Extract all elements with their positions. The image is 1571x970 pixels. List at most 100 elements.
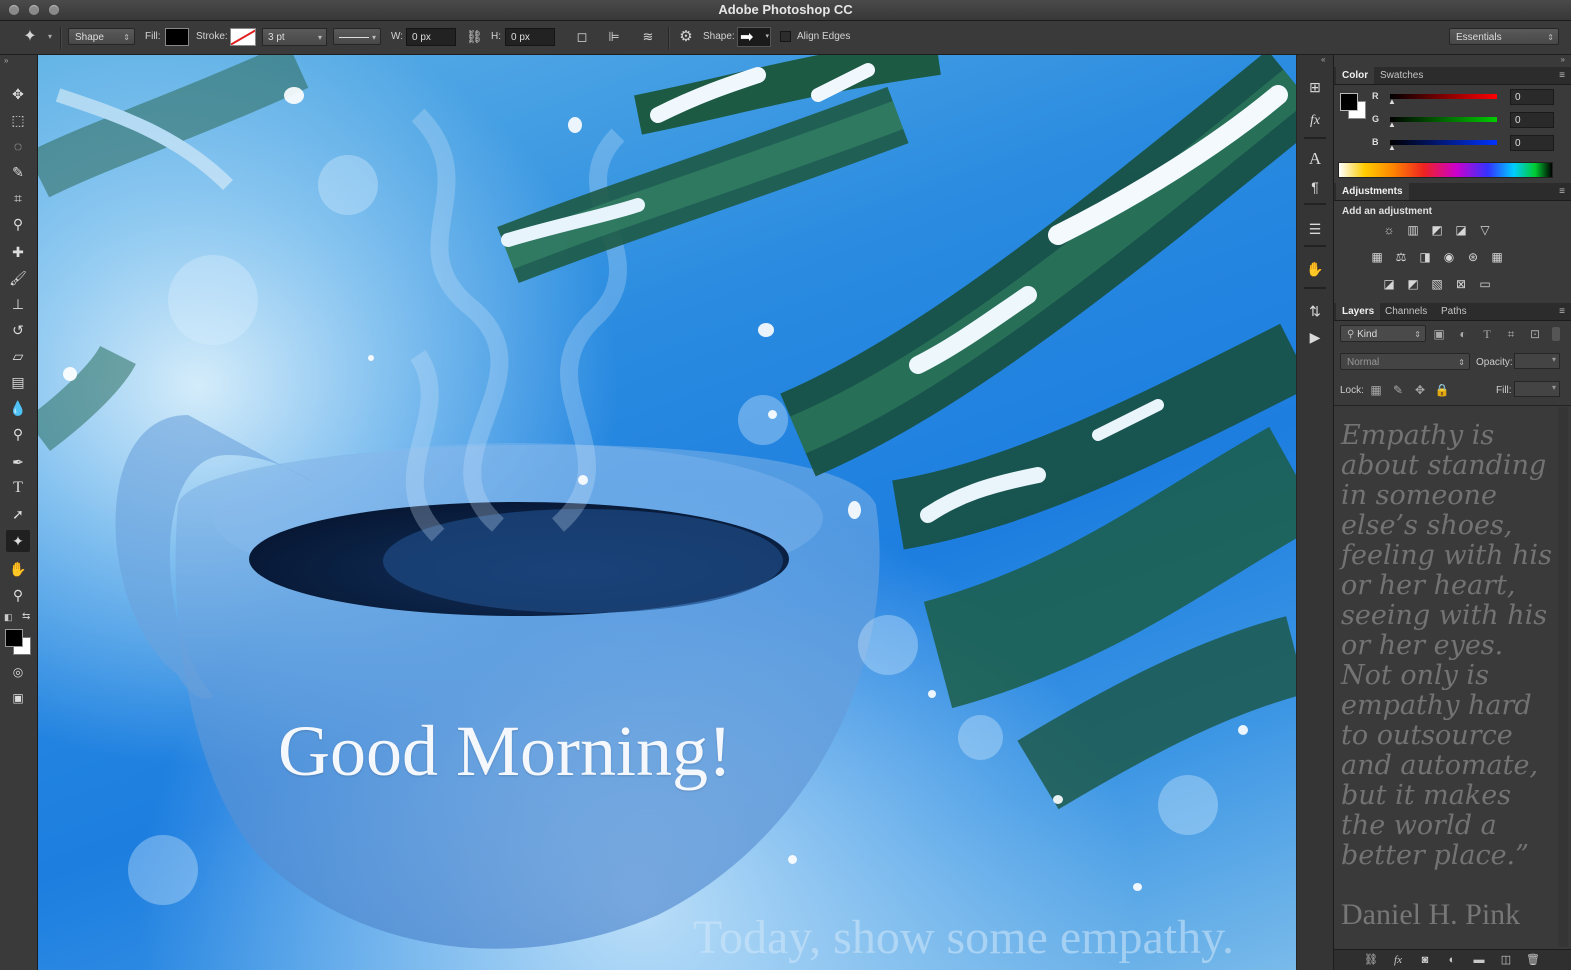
- type-tool-icon[interactable]: T: [6, 477, 30, 499]
- move-tool-icon[interactable]: ✥: [6, 83, 30, 105]
- green-value[interactable]: 0: [1510, 112, 1554, 128]
- channel-mixer-icon[interactable]: ⊛: [1465, 250, 1481, 264]
- tool-preset-chevron-icon[interactable]: ▾: [42, 29, 58, 45]
- threshold-icon[interactable]: ▧: [1429, 277, 1445, 291]
- marquee-tool-icon[interactable]: ⬚: [6, 109, 30, 131]
- zoom-tool-icon[interactable]: ⚲: [6, 584, 30, 606]
- layer-comps-icon[interactable]: ⇅: [1305, 301, 1325, 321]
- brightness-contrast-icon[interactable]: ☼: [1381, 223, 1397, 237]
- slider-thumb-icon[interactable]: ▲: [1388, 120, 1396, 129]
- lock-image-pixels-icon[interactable]: ✎: [1390, 383, 1406, 397]
- blue-value[interactable]: 0: [1510, 135, 1554, 151]
- pixel-layer-filter-icon[interactable]: ▣: [1431, 327, 1447, 341]
- photo-filter-icon[interactable]: ◉: [1441, 250, 1457, 264]
- lock-transparency-icon[interactable]: ▦: [1368, 383, 1384, 397]
- curves-icon[interactable]: ◩: [1429, 223, 1445, 237]
- foreground-color-swatch[interactable]: [5, 629, 23, 647]
- hand-tool-icon[interactable]: ✋: [6, 558, 30, 580]
- gradient-tool-icon[interactable]: ▤: [6, 371, 30, 393]
- workspace-select[interactable]: Essentials ⇕: [1449, 28, 1559, 45]
- swap-colors-icon[interactable]: ⇆: [22, 611, 30, 622]
- slider-thumb-icon[interactable]: ▲: [1388, 97, 1396, 106]
- paragraph-panel-icon[interactable]: ¶: [1305, 177, 1325, 197]
- collapse-arrows-icon[interactable]: «: [1321, 55, 1325, 64]
- hue-saturation-icon[interactable]: ▦: [1369, 250, 1385, 264]
- eyedropper-tool-icon[interactable]: ⚲: [6, 213, 30, 235]
- link-layers-icon[interactable]: ⛓: [1364, 953, 1378, 967]
- layer-filter-select[interactable]: ⚲ Kind ⇕: [1340, 325, 1426, 342]
- lasso-tool-icon[interactable]: ◌: [6, 135, 30, 157]
- vibrance-icon[interactable]: ▽: [1477, 223, 1493, 237]
- fill-input[interactable]: ▾: [1514, 381, 1560, 397]
- stroke-width-select[interactable]: 3 pt ▾: [262, 28, 327, 46]
- history-brush-tool-icon[interactable]: ↺: [6, 319, 30, 341]
- levels-icon[interactable]: ▥: [1405, 223, 1421, 237]
- panel-menu-icon[interactable]: ≡: [1559, 186, 1565, 197]
- smart-object-filter-icon[interactable]: ⊡: [1527, 327, 1543, 341]
- panel-menu-icon[interactable]: ≡: [1559, 70, 1565, 81]
- blend-mode-select[interactable]: Normal ⇕: [1340, 353, 1470, 370]
- lock-all-icon[interactable]: 🔒: [1434, 383, 1450, 397]
- align-edges-checkbox[interactable]: [780, 31, 791, 42]
- dodge-tool-icon[interactable]: ⚲: [6, 423, 30, 445]
- trash-icon[interactable]: 🗑: [1526, 953, 1540, 967]
- stroke-swatch[interactable]: [230, 28, 256, 46]
- fill-swatch[interactable]: [165, 28, 189, 46]
- height-input[interactable]: 0 px: [505, 28, 555, 46]
- layer-mask-icon[interactable]: ◙: [1418, 953, 1432, 967]
- styles-panel-icon[interactable]: fx: [1305, 111, 1325, 131]
- blur-tool-icon[interactable]: 💧: [6, 397, 30, 419]
- clone-stamp-tool-icon[interactable]: ⊥: [6, 293, 30, 315]
- color-balance-icon[interactable]: ⚖: [1393, 250, 1409, 264]
- selective-color-icon[interactable]: ⊠: [1453, 277, 1469, 291]
- width-input[interactable]: 0 px: [406, 28, 456, 46]
- layer-style-icon[interactable]: fx: [1391, 953, 1405, 967]
- type-layer-filter-icon[interactable]: T: [1479, 327, 1495, 341]
- stroke-type-select[interactable]: ▾: [333, 28, 381, 45]
- document-canvas[interactable]: Good Morning! Today, show some empathy.: [38, 55, 1296, 970]
- panel-menu-icon[interactable]: ≡: [1559, 306, 1565, 317]
- gradient-map-icon[interactable]: ▭: [1477, 277, 1493, 291]
- tab-paths[interactable]: Paths: [1435, 303, 1473, 320]
- gear-icon[interactable]: ⚙: [678, 29, 694, 45]
- tool-presets-icon[interactable]: ✋: [1305, 259, 1325, 279]
- slider-thumb-icon[interactable]: ▲: [1388, 143, 1396, 152]
- tab-adjustments[interactable]: Adjustments: [1336, 183, 1409, 200]
- character-panel-icon[interactable]: A: [1305, 149, 1325, 169]
- color-spectrum-bar[interactable]: [1338, 162, 1553, 178]
- brush-presets-icon[interactable]: ☰: [1305, 219, 1325, 239]
- eraser-tool-icon[interactable]: ▱: [6, 345, 30, 367]
- default-colors-icon[interactable]: ◧: [4, 612, 13, 623]
- collapse-arrows-icon[interactable]: »: [4, 56, 8, 65]
- actions-play-icon[interactable]: ▶: [1305, 327, 1325, 347]
- shape-picker[interactable]: ➡ ▾: [737, 27, 771, 47]
- history-panel-icon[interactable]: ⊞: [1305, 77, 1325, 97]
- black-white-icon[interactable]: ◨: [1417, 250, 1433, 264]
- brush-tool-icon[interactable]: 🖌: [6, 267, 30, 289]
- posterize-icon[interactable]: ◩: [1405, 277, 1421, 291]
- quick-selection-tool-icon[interactable]: ✎: [6, 161, 30, 183]
- tab-swatches[interactable]: Swatches: [1374, 67, 1429, 84]
- collapse-arrows-icon[interactable]: »: [1561, 55, 1565, 64]
- custom-shape-tool-icon[interactable]: ✦: [6, 530, 30, 552]
- filter-toggle[interactable]: [1552, 327, 1560, 341]
- color-lookup-icon[interactable]: ▦: [1489, 250, 1505, 264]
- tab-channels[interactable]: Channels: [1379, 303, 1433, 320]
- adjustment-layer-filter-icon[interactable]: ◐: [1455, 327, 1471, 341]
- path-alignment-icon[interactable]: ⊫: [606, 29, 622, 45]
- shape-layer-filter-icon[interactable]: ⌗: [1503, 327, 1519, 341]
- red-value[interactable]: 0: [1510, 89, 1554, 105]
- lock-position-icon[interactable]: ✥: [1412, 383, 1428, 397]
- exposure-icon[interactable]: ◪: [1453, 223, 1469, 237]
- invert-icon[interactable]: ◪: [1381, 277, 1397, 291]
- new-layer-icon[interactable]: ◫: [1499, 953, 1513, 967]
- tool-mode-select[interactable]: Shape ⇕: [68, 28, 135, 45]
- path-arrangement-icon[interactable]: ≋: [640, 29, 656, 45]
- path-selection-tool-icon[interactable]: ➚: [6, 503, 30, 525]
- link-icon[interactable]: ⛓: [466, 29, 483, 45]
- tab-layers[interactable]: Layers: [1336, 303, 1381, 320]
- custom-shape-tool-icon[interactable]: ✦: [22, 29, 38, 45]
- color-fg-swatch[interactable]: [1340, 93, 1358, 111]
- new-adjustment-layer-icon[interactable]: ◐: [1445, 953, 1459, 967]
- quick-mask-icon[interactable]: ◎: [6, 661, 30, 683]
